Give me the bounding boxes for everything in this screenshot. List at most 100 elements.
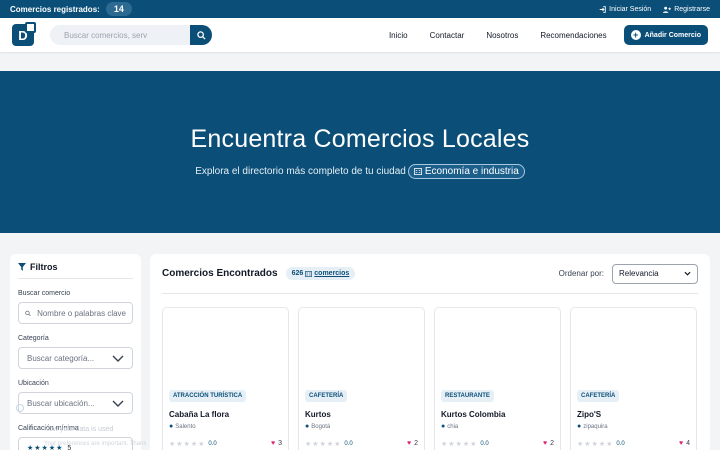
business-card[interactable]: Restaurante Kurtos Colombia ● chia ★★★★★ 0…	[434, 307, 561, 450]
cookie-icon	[16, 404, 24, 412]
add-business-label: Añadir Comercio	[644, 31, 701, 39]
login-icon	[599, 5, 606, 13]
nav-nosotros[interactable]: Nosotros	[475, 31, 529, 40]
card-favorites-count: 2	[414, 440, 418, 447]
map-pin-icon: ●	[305, 423, 310, 430]
card-rating-value: 0.0	[208, 441, 217, 447]
card-name[interactable]: Kurtos	[305, 410, 331, 419]
plus-icon: +	[630, 30, 641, 40]
chevron-down-icon	[112, 400, 124, 407]
card-location: ● chia	[441, 423, 458, 430]
sort-label: Ordenar por:	[558, 269, 604, 278]
filter-icon	[18, 263, 26, 271]
filters-header: Filtros	[18, 262, 133, 279]
sort-select[interactable]: Relevancia	[612, 263, 698, 284]
category-placeholder: Buscar categoría...	[27, 353, 95, 363]
card-favorites[interactable]: ♥ 2	[543, 440, 554, 447]
logo-letter: D	[18, 27, 28, 43]
sort-value: Relevancia	[619, 269, 659, 278]
card-location: ● Bogotá	[305, 423, 330, 430]
search-placeholder: Buscar comercios, serv	[64, 30, 148, 40]
heart-icon: ♥	[678, 440, 684, 447]
card-location-text: Bogotá	[311, 423, 331, 430]
card-rating-value: 0.0	[480, 441, 489, 447]
results-count-badge: 626 comercios	[285, 267, 356, 280]
card-location: ● zipaquira	[577, 423, 608, 430]
building-icon	[305, 270, 313, 277]
login-link[interactable]: Iniciar Sesión	[599, 6, 651, 13]
category-select[interactable]: Buscar categoría...	[18, 347, 133, 369]
business-card[interactable]: Cafetería Kurtos ● Bogotá ★★★★★ 0.0 ♥ 2	[298, 307, 425, 450]
heart-icon: ♥	[270, 440, 276, 447]
card-category-badge: Atracción Turística	[169, 390, 247, 402]
card-favorites[interactable]: ♥ 2	[407, 440, 418, 447]
card-favorites-count: 3	[278, 440, 282, 447]
cookie-notice-text: Now your data is used	[44, 426, 114, 433]
hero-category-pill[interactable]: Economía e industria	[407, 164, 525, 179]
card-name[interactable]: Kurtos Colombia	[441, 410, 505, 419]
user-plus-icon	[663, 6, 672, 13]
building-icon	[413, 168, 422, 175]
map-pin-icon: ●	[441, 423, 446, 430]
registered-label: Comercios registrados:	[10, 4, 100, 14]
card-favorites[interactable]: ♥ 3	[271, 440, 282, 447]
card-rating: ★★★★★ 0.0	[169, 441, 217, 448]
card-rating-value: 0.0	[616, 441, 625, 447]
card-location-text: zipaquira	[583, 423, 608, 430]
card-rating: ★★★★★ 0.0	[577, 441, 625, 448]
card-location: ● Salento	[169, 423, 196, 430]
business-search-input[interactable]: Nombre o palabras clave	[18, 302, 133, 324]
cookie-notice-subtext: Your preferences are important. Thank	[44, 441, 147, 447]
top-bar: Comercios registrados: 14 Iniciar Sesión…	[0, 0, 720, 18]
search-icon	[196, 30, 206, 40]
nav-inicio[interactable]: Inicio	[378, 31, 419, 40]
category-label: Categoría	[18, 335, 49, 342]
search-business-label: Buscar comercio	[18, 290, 71, 297]
results-title: Comercios Encontrados	[162, 268, 278, 279]
results-panel: Comercios Encontrados 626 comercios Orde…	[150, 254, 710, 450]
location-placeholder: Buscar ubicación...	[27, 398, 95, 408]
card-favorites-count: 4	[686, 440, 690, 447]
map-pin-icon: ●	[169, 423, 174, 430]
logo[interactable]: D	[12, 22, 36, 46]
card-location-text: Salento	[175, 423, 196, 430]
hero-title: Encuentra Comercios Locales	[190, 125, 530, 153]
filters-panel: Filtros Buscar comercio Nombre o palabra…	[10, 254, 141, 450]
card-location-text: chia	[447, 423, 459, 430]
card-name[interactable]: Zipo'S	[577, 410, 601, 419]
login-label: Iniciar Sesión	[609, 5, 652, 13]
filters-title: Filtros	[30, 262, 58, 272]
card-favorites[interactable]: ♥ 4	[679, 440, 690, 447]
hero-pill-label: Economía e industria	[424, 166, 519, 177]
business-cards: Atracción Turística Cabaña La flora ● Sal…	[162, 307, 697, 450]
card-category-badge: Cafetería	[577, 390, 620, 402]
business-card[interactable]: Atracción Turística Cabaña La flora ● Sal…	[162, 307, 289, 450]
hero-subtitle: Explora el directorio más completo de tu…	[195, 166, 406, 177]
search-input[interactable]: Buscar comercios, serv	[50, 25, 190, 45]
results-count: 626	[291, 270, 304, 277]
location-label: Ubicación	[18, 380, 49, 387]
card-rating: ★★★★★ 0.0	[441, 441, 489, 448]
add-business-button[interactable]: + Añadir Comercio	[623, 25, 708, 45]
card-rating: ★★★★★ 0.0	[305, 441, 353, 448]
business-card[interactable]: Cafetería Zipo'S ● zipaquira ★★★★★ 0.0 ♥ 4	[570, 307, 697, 450]
nav-recomendaciones[interactable]: Recomendaciones	[529, 31, 617, 40]
card-rating-value: 0.0	[344, 441, 353, 447]
card-category-badge: Cafetería	[305, 390, 348, 402]
chevron-down-icon	[684, 271, 691, 276]
hero-banner: Encuentra Comercios Locales Explora el d…	[0, 71, 720, 233]
register-label: Registrarse	[674, 5, 710, 13]
business-search-placeholder: Nombre o palabras clave	[37, 308, 126, 318]
map-pin-icon: ●	[577, 423, 582, 430]
register-link[interactable]: Registrarse	[663, 6, 710, 13]
registered-count-badge: 14	[105, 2, 132, 16]
search-icon	[25, 310, 31, 316]
heart-icon: ♥	[406, 440, 412, 447]
chevron-down-icon	[112, 355, 124, 362]
search-button[interactable]	[190, 25, 212, 45]
results-count-label: comercios	[314, 270, 350, 277]
card-name[interactable]: Cabaña La flora	[169, 410, 229, 419]
nav-contactar[interactable]: Contactar	[419, 31, 476, 40]
heart-icon: ♥	[542, 440, 548, 447]
location-select[interactable]: Buscar ubicación...	[18, 392, 133, 414]
